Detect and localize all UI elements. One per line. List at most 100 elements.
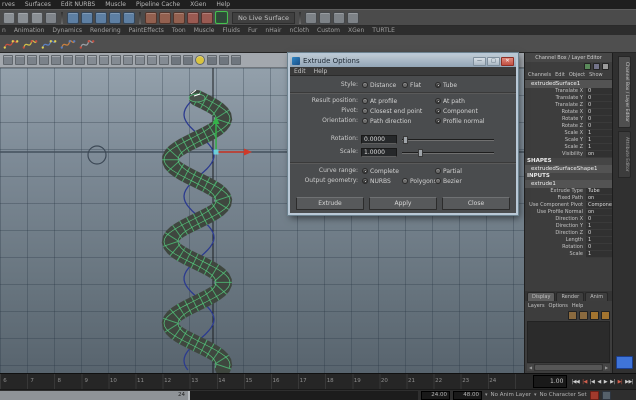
- channel-value[interactable]: 1: [586, 237, 612, 244]
- shelf-tab-muscle[interactable]: Muscle: [194, 27, 215, 34]
- shelf-tab-xgen[interactable]: XGen: [348, 27, 364, 34]
- current-time-field[interactable]: 1.00: [533, 375, 567, 388]
- image-plane-icon[interactable]: [51, 55, 61, 65]
- apply-button[interactable]: Apply: [369, 197, 437, 210]
- render-current-frame-icon[interactable]: [201, 12, 213, 24]
- select-camera-icon[interactable]: [3, 55, 13, 65]
- playback-end-field[interactable]: 24.00: [421, 391, 450, 400]
- radio-path-direction[interactable]: Path direction: [362, 116, 411, 126]
- field-chart-icon[interactable]: [135, 55, 145, 65]
- frame-17[interactable]: 17: [300, 378, 307, 384]
- dialog-title-bar[interactable]: Extrude Options — □ ✕: [290, 55, 516, 67]
- camera-attributes-icon[interactable]: [27, 55, 37, 65]
- ep-curve-tool-icon[interactable]: [22, 36, 38, 52]
- channel-box-menu-edit[interactable]: Edit: [555, 72, 565, 78]
- channel-value[interactable]: 1: [586, 223, 612, 230]
- shelf-tab-ncloth[interactable]: nCloth: [290, 27, 310, 34]
- scroll-left-icon[interactable]: ◀: [527, 364, 534, 371]
- channel-value[interactable]: 0: [586, 95, 612, 102]
- make-object-live-icon[interactable]: [215, 11, 228, 24]
- frame-23[interactable]: 23: [462, 378, 469, 384]
- shelf-tab-animation[interactable]: Animation: [14, 27, 45, 34]
- shelf-tab-fluids[interactable]: Fluids: [222, 27, 240, 34]
- scale-slider[interactable]: [402, 152, 494, 154]
- frame-16[interactable]: 16: [273, 378, 280, 384]
- channel-box-menu-channels[interactable]: Channels: [528, 72, 551, 78]
- snap-to-projected-center-icon[interactable]: [109, 12, 121, 24]
- radio-button[interactable]: [362, 98, 368, 104]
- snap-to-curves-icon[interactable]: [81, 12, 93, 24]
- profile-circle-curve[interactable]: [88, 146, 106, 164]
- shelf-tab-n[interactable]: n: [2, 27, 6, 34]
- slider-thumb[interactable]: [403, 136, 408, 144]
- layer-menu-layers[interactable]: Layers: [528, 303, 545, 309]
- channel-value[interactable]: on: [586, 151, 612, 158]
- channel-value[interactable]: 0: [586, 102, 612, 109]
- channel-value[interactable]: 0: [586, 109, 612, 116]
- layer-scrollbar[interactable]: ◀ ▶: [527, 364, 610, 371]
- channel-value[interactable]: 1: [586, 130, 612, 137]
- xray-icon[interactable]: [231, 55, 241, 65]
- safe-title-icon[interactable]: [159, 55, 169, 65]
- construction-history-icon[interactable]: [173, 12, 185, 24]
- radio-button[interactable]: [362, 118, 368, 124]
- radio-flat[interactable]: Flat: [402, 80, 421, 90]
- step-forward-frame-button[interactable]: ▶|: [609, 377, 616, 387]
- radio-closest-end-point[interactable]: Closest end point: [362, 106, 422, 116]
- channel-value[interactable]: 1: [586, 251, 612, 258]
- layer-tab-anim[interactable]: Anim: [585, 292, 608, 301]
- shelf-tab-dynamics[interactable]: Dynamics: [52, 27, 82, 34]
- file-save-icon[interactable]: [31, 12, 43, 24]
- new-layer-from-selected-icon[interactable]: [601, 311, 610, 320]
- channel-value[interactable]: 1: [586, 144, 612, 151]
- radio-button[interactable]: [435, 108, 441, 114]
- rotation-input[interactable]: 0.0000: [361, 135, 397, 144]
- speed-state-icon[interactable]: [593, 63, 600, 70]
- channel-value[interactable]: on: [586, 195, 612, 202]
- radio-button[interactable]: [435, 82, 441, 88]
- radio-button[interactable]: [362, 108, 368, 114]
- radio-at-profile[interactable]: At profile: [362, 96, 397, 106]
- character-set-selector[interactable]: No Character Set: [539, 392, 586, 398]
- undo-icon[interactable]: [45, 12, 57, 24]
- animation-preferences-icon[interactable]: [602, 391, 611, 400]
- textured-mode-icon[interactable]: [207, 55, 217, 65]
- radio-button[interactable]: [435, 118, 441, 124]
- radio-polygons[interactable]: Polygons: [402, 176, 437, 186]
- radio-complete[interactable]: Complete: [362, 166, 399, 176]
- file-new-icon[interactable]: [3, 12, 15, 24]
- radio-bezier[interactable]: Bezier: [435, 176, 462, 186]
- frame-9[interactable]: 9: [85, 378, 89, 384]
- frame-13[interactable]: 13: [191, 378, 198, 384]
- menu-rves[interactable]: rves: [2, 1, 15, 8]
- slider-thumb[interactable]: [418, 149, 423, 157]
- menu-muscle[interactable]: Muscle: [105, 1, 126, 8]
- bookmarks-icon[interactable]: [39, 55, 49, 65]
- shelf-tab-custom[interactable]: Custom: [317, 27, 340, 34]
- layer-edit-icon[interactable]: [568, 311, 577, 320]
- radio-button[interactable]: [362, 168, 368, 174]
- frame-20[interactable]: 20: [381, 378, 388, 384]
- attribute-editor-toggle-icon[interactable]: [319, 12, 331, 24]
- layer-tab-display[interactable]: Display: [527, 292, 555, 301]
- channel-value[interactable]: 1: [586, 137, 612, 144]
- pencil-icon[interactable]: [602, 63, 609, 70]
- 2d-pan-zoom-icon[interactable]: [63, 55, 73, 65]
- frame-8[interactable]: 8: [57, 378, 61, 384]
- frame-14[interactable]: 14: [218, 378, 225, 384]
- channel-value[interactable]: 0: [586, 88, 612, 95]
- wireframe-mode-icon[interactable]: [171, 55, 181, 65]
- radio-nurbs[interactable]: NURBS: [362, 176, 391, 186]
- close-dialog-button[interactable]: Close: [442, 197, 510, 210]
- radio-at-path[interactable]: At path: [435, 96, 465, 106]
- radio-button[interactable]: [435, 178, 441, 184]
- menu-surfaces[interactable]: Surfaces: [25, 1, 51, 8]
- rotation-slider[interactable]: [402, 139, 494, 141]
- time-slider-ticks[interactable]: 6789101112131415161718192021222324: [0, 374, 530, 389]
- input-node-name[interactable]: extrude1: [525, 180, 612, 188]
- radio-component[interactable]: Component: [435, 106, 478, 116]
- gate-mask-icon[interactable]: [123, 55, 133, 65]
- shelf-tab-turtle[interactable]: TURTLE: [372, 27, 395, 34]
- manip-axis-icon[interactable]: [584, 63, 591, 70]
- radio-button[interactable]: [402, 178, 408, 184]
